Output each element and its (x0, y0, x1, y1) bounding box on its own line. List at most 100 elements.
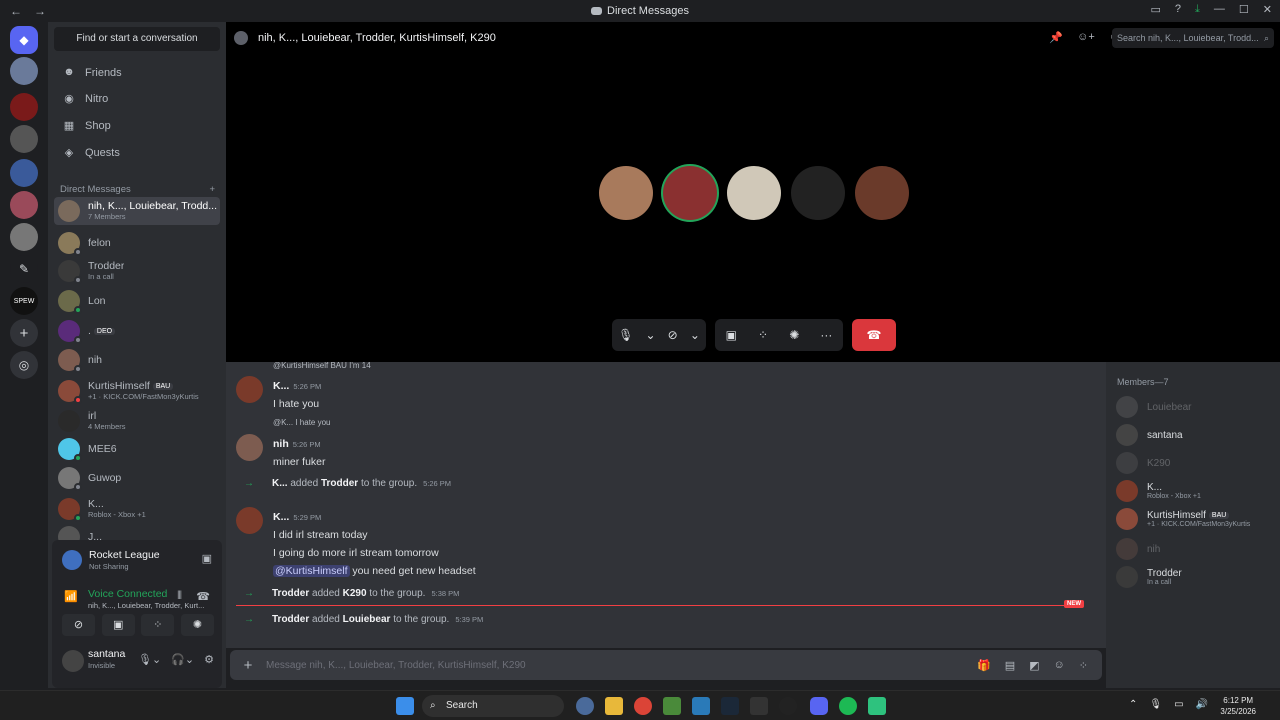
help-icon[interactable]: ? (1175, 3, 1181, 16)
stream-icon[interactable]: ▣ (202, 552, 212, 565)
call-participant-avatar[interactable] (727, 166, 781, 220)
member-item[interactable]: K290 (1116, 452, 1276, 474)
reply-preview[interactable]: @KurtisHimself BAU I'm 14 (273, 362, 371, 370)
steam-icon[interactable] (721, 697, 739, 715)
avatar[interactable] (236, 376, 263, 403)
emoji-icon[interactable]: ☺ (1054, 659, 1065, 672)
more-button[interactable]: ··· (820, 328, 832, 342)
inbox-icon[interactable]: ▭ (1151, 3, 1161, 16)
system-target[interactable]: K290 (343, 588, 367, 599)
upload-button[interactable]: + (230, 657, 266, 674)
microphone-icon[interactable]: 🎙 (1149, 699, 1162, 710)
download-icon[interactable]: ⤓ (1195, 3, 1200, 16)
system-target[interactable]: Louiebear (343, 614, 391, 625)
back-button[interactable]: ← (10, 4, 22, 18)
epic-games-icon[interactable] (750, 697, 768, 715)
chevron-up-icon[interactable]: ⌃ (1129, 699, 1137, 710)
soundboard-button[interactable]: ✺ (789, 328, 799, 342)
discord-taskbar-icon[interactable] (810, 697, 828, 715)
search-input[interactable]: Search nih, K..., Louiebear, Trodd... ⌕ (1112, 28, 1274, 48)
call-participant-avatar[interactable] (855, 166, 909, 220)
message-author[interactable]: K... (273, 380, 289, 392)
screen-share-button[interactable]: ▣ (726, 328, 737, 342)
server-icon[interactable]: SPEW (10, 287, 38, 315)
dm-item[interactable]: MEE6 (54, 435, 220, 463)
app-icon[interactable] (779, 697, 797, 715)
activities-button[interactable]: ⁘ (758, 328, 768, 342)
file-explorer-icon[interactable] (605, 697, 623, 715)
member-item[interactable]: santana (1116, 424, 1276, 446)
close-icon[interactable]: ✕ (1263, 3, 1272, 16)
system-actor[interactable]: Trodder (272, 588, 309, 599)
voice-status[interactable]: Voice Connected (88, 588, 167, 600)
home-button[interactable]: ◆ (10, 26, 38, 54)
microphone-icon[interactable]: 🎙⌄ (138, 653, 161, 666)
sticker-icon[interactable]: ◩ (1029, 659, 1039, 672)
nav-quests[interactable]: ◈ Quests (54, 140, 220, 166)
minimize-icon[interactable]: — (1214, 3, 1225, 16)
mute-button[interactable]: 🎙 (618, 328, 633, 342)
user-avatar[interactable] (62, 650, 84, 672)
headphones-icon[interactable]: 🎧⌄ (171, 653, 194, 666)
user-mention[interactable]: @KurtisHimself (273, 565, 350, 577)
volume-icon[interactable]: 🔊 (1196, 699, 1208, 710)
member-item[interactable]: K... Roblox - Xbox +1 (1116, 480, 1276, 502)
clock[interactable]: 6:12 PM 3/25/2026 (1220, 695, 1256, 717)
maximize-icon[interactable]: ☐ (1239, 3, 1249, 16)
disconnect-call-button[interactable]: ☎ (852, 319, 896, 351)
minecraft-icon[interactable] (663, 697, 681, 715)
chevron-down-icon[interactable]: ⌄ (645, 328, 655, 342)
screen-share-button[interactable]: ▣ (101, 614, 135, 636)
forward-button[interactable]: → (34, 4, 46, 18)
dm-item[interactable]: Lon (54, 287, 220, 315)
member-item[interactable]: Louiebear (1116, 396, 1276, 418)
message-input[interactable]: + Message nih, K..., Louiebear, Trodder,… (230, 650, 1102, 680)
disconnect-icon[interactable]: ☎ (196, 590, 210, 603)
nav-nitro[interactable]: ◉ Nitro (54, 86, 220, 112)
nav-shop[interactable]: ▦ Shop (54, 113, 220, 139)
settings-app-icon[interactable] (576, 697, 594, 715)
server-icon[interactable] (10, 125, 38, 153)
system-actor[interactable]: Trodder (272, 614, 309, 625)
call-participant-avatar[interactable] (599, 166, 653, 220)
nav-friends[interactable]: ☻ Friends (54, 60, 220, 86)
dm-item[interactable]: irl 4 Members (54, 407, 220, 435)
find-conversation-button[interactable]: Find or start a conversation (54, 27, 220, 51)
member-item[interactable]: KurtisHimself BAU +1 · KICK.COM/FastMon3yK… (1116, 508, 1276, 530)
voice-channel[interactable]: nih, K..., Louiebear, Trodder, Kurt... (88, 601, 204, 610)
dm-item[interactable]: nih, K..., Louiebear, Trodd... 7 Members (54, 197, 220, 225)
create-dm-button[interactable]: + (209, 184, 215, 195)
chevron-down-icon[interactable]: ⌄ (690, 328, 700, 342)
call-participant-avatar[interactable] (791, 166, 845, 220)
server-icon[interactable] (10, 159, 38, 187)
dm-item[interactable]: felon (54, 229, 220, 257)
dm-item[interactable]: . DEO (54, 317, 220, 345)
chrome-icon[interactable] (634, 697, 652, 715)
taskbar-search[interactable]: ⌕ Search (422, 695, 564, 717)
server-icon[interactable] (10, 191, 38, 219)
activities-button[interactable]: ⁘ (141, 614, 175, 636)
network-icon[interactable]: ▭ (1174, 699, 1183, 710)
camera-button[interactable]: ⊘ (668, 328, 678, 342)
noise-suppression-icon[interactable]: ⦀ (177, 590, 182, 603)
dm-item[interactable]: nih (54, 346, 220, 374)
dm-item[interactable]: Trodder In a call (54, 257, 220, 285)
add-friends-icon[interactable]: ☺+ (1077, 31, 1095, 44)
member-item[interactable]: nih (1116, 538, 1276, 560)
dm-item[interactable]: KurtisHimself BAU +1 · KICK.COM/FastMon3yK… (54, 377, 220, 405)
spotify-icon[interactable] (839, 697, 857, 715)
dm-item[interactable]: Guwop (54, 464, 220, 492)
call-participant-avatar[interactable] (663, 166, 717, 220)
app-icon[interactable] (868, 697, 886, 715)
server-icon[interactable] (10, 57, 38, 85)
user-name[interactable]: santana (88, 648, 125, 660)
server-icon[interactable]: ✎ (10, 255, 38, 283)
pin-icon[interactable]: 📌 (1049, 31, 1063, 44)
member-item[interactable]: Trodder In a call (1116, 566, 1276, 588)
server-icon[interactable] (10, 223, 38, 251)
reply-preview[interactable]: @K... I hate you (273, 418, 330, 427)
avatar[interactable] (236, 507, 263, 534)
message-author[interactable]: K... (273, 511, 289, 523)
discover-icon[interactable]: ◎ (10, 351, 38, 379)
dm-item[interactable]: K... Roblox - Xbox +1 (54, 495, 220, 523)
